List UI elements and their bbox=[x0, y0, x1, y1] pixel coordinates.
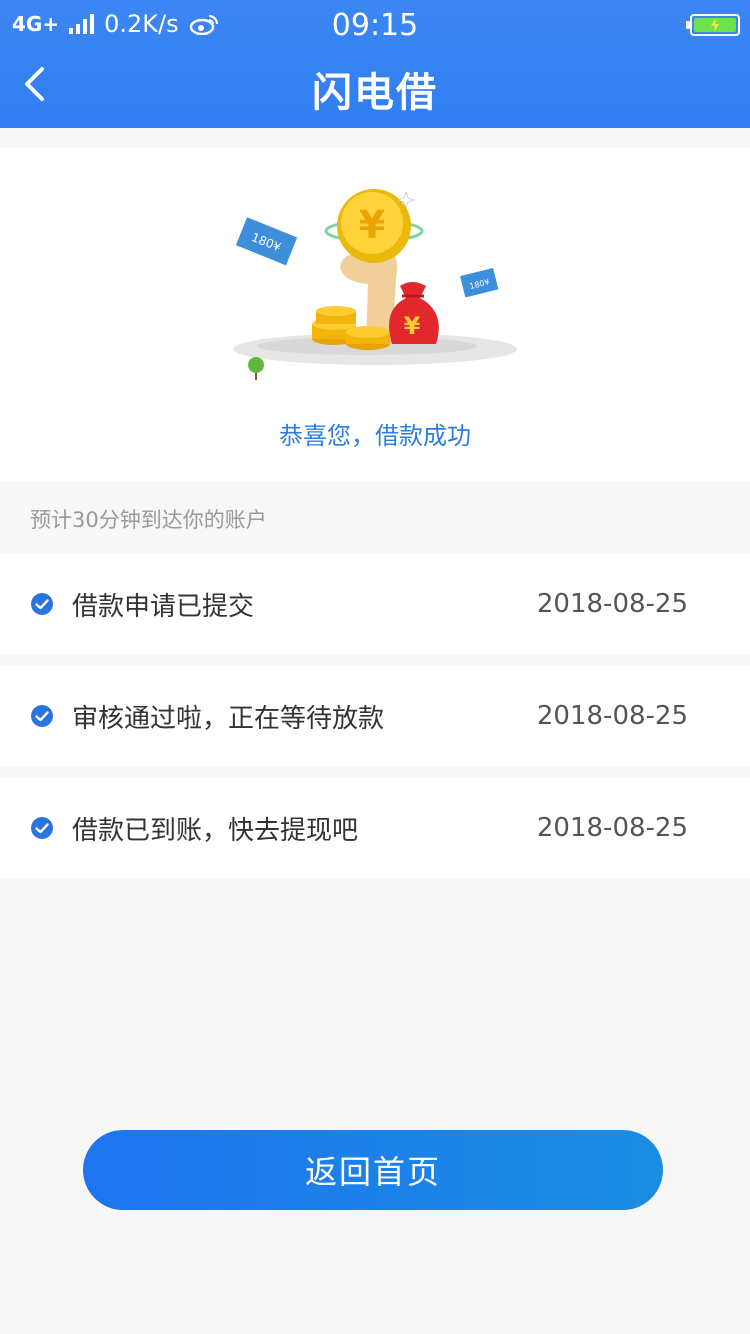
step-label: 审核通过啦，正在等待放款 bbox=[72, 703, 385, 734]
step-label: 借款申请已提交 bbox=[72, 591, 255, 622]
step-label: 借款已到账，快去提现吧 bbox=[72, 815, 359, 846]
check-circle-icon bbox=[31, 817, 53, 839]
step-date: 2018-08-25 bbox=[536, 701, 688, 731]
header: 4G+ 0.2K/s 09:15 闪电借 bbox=[0, 0, 750, 128]
nav-bar: 闪电借 bbox=[0, 52, 750, 128]
step-row: 审核通过啦，正在等待放款 2018-08-25 bbox=[0, 666, 750, 766]
success-message: 恭喜您，借款成功 bbox=[279, 422, 471, 450]
eta-note: 预计30分钟到达你的账户 bbox=[30, 508, 267, 532]
step-row: 借款申请已提交 2018-08-25 bbox=[0, 554, 750, 654]
step-row: 借款已到账，快去提现吧 2018-08-25 bbox=[0, 778, 750, 878]
status-bar: 4G+ 0.2K/s 09:15 bbox=[0, 0, 750, 52]
battery-icon bbox=[686, 14, 740, 36]
step-date: 2018-08-25 bbox=[536, 813, 688, 843]
loan-success-illustration: 180¥ 180¥ ¥ ¥ bbox=[233, 189, 517, 380]
bag-symbol: ¥ bbox=[404, 312, 421, 340]
clock: 09:15 bbox=[331, 8, 419, 43]
step-date: 2018-08-25 bbox=[536, 589, 688, 619]
check-circle-icon bbox=[31, 593, 53, 615]
check-circle-icon bbox=[31, 705, 53, 727]
success-card: 180¥ 180¥ ¥ ¥ 恭喜您，借款成功 bbox=[0, 148, 750, 482]
page-title: 闪电借 bbox=[312, 70, 438, 116]
coin-symbol: ¥ bbox=[359, 203, 385, 247]
return-home-button[interactable]: 返回首页 bbox=[83, 1130, 663, 1210]
